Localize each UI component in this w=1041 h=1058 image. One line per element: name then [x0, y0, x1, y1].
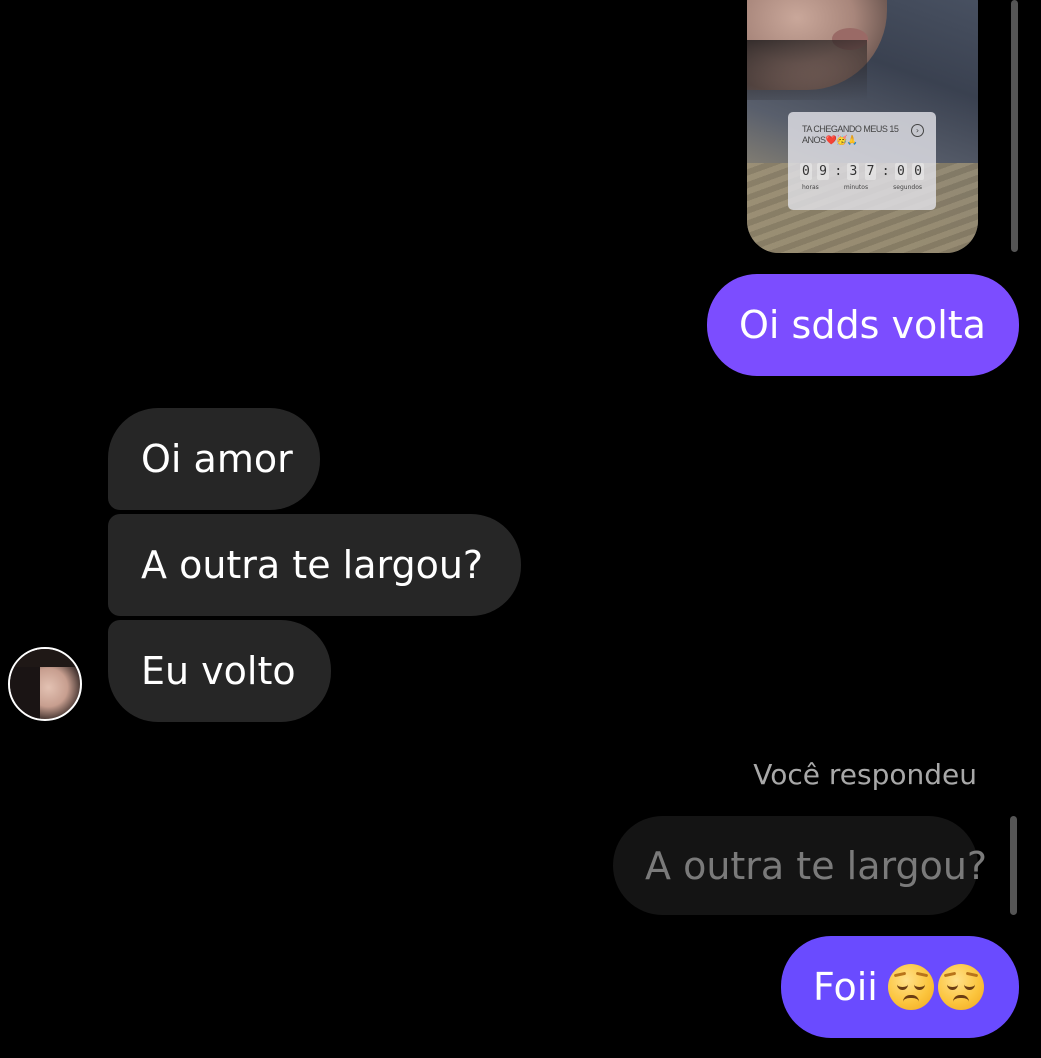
countdown-separator: :: [834, 163, 843, 179]
countdown-digit: 7: [864, 162, 877, 180]
unit-minutes: minutos: [843, 184, 869, 191]
countdown-digit: 0: [894, 162, 907, 180]
countdown-title: TA CHEGANDO MEUS 15 ANOS❤️🥳🙏: [802, 124, 899, 145]
countdown-digits: 0 9 : 3 7 : 0 0: [800, 160, 924, 182]
received-message[interactable]: Oi amor: [108, 408, 320, 510]
sent-message[interactable]: Foii: [781, 936, 1019, 1038]
story-reply-image[interactable]: TA CHEGANDO MEUS 15 ANOS❤️🥳🙏 › 0 9 : 3 7…: [747, 0, 978, 253]
countdown-digit: 9: [817, 162, 829, 180]
chevron-right-icon: ›: [911, 124, 924, 137]
reply-indicator-bar: [1011, 0, 1018, 252]
countdown-sticker[interactable]: TA CHEGANDO MEUS 15 ANOS❤️🥳🙏 › 0 9 : 3 7…: [788, 112, 936, 210]
message-text: Foii: [813, 965, 878, 1009]
quoted-text: A outra te largou?: [645, 843, 988, 888]
sent-message[interactable]: Oi sdds volta: [707, 274, 1019, 376]
received-message[interactable]: A outra te largou?: [108, 514, 521, 616]
message-text: Oi amor: [141, 437, 293, 481]
countdown-units: horas minutos segundos: [802, 184, 922, 191]
countdown-digit: 3: [847, 162, 860, 180]
reply-label: Você respondeu: [753, 758, 977, 791]
pensive-face-icon: [887, 964, 934, 1010]
countdown-separator: :: [881, 163, 890, 179]
message-text: Oi sdds volta: [739, 303, 986, 347]
unit-hours: horas: [802, 184, 819, 191]
received-message[interactable]: Eu volto: [108, 620, 331, 722]
pensive-face-icon: [937, 964, 984, 1010]
reply-indicator-bar: [1010, 816, 1017, 915]
avatar[interactable]: [8, 647, 82, 721]
message-text: Eu volto: [141, 649, 296, 693]
countdown-digit: 0: [800, 162, 812, 180]
quoted-reply[interactable]: A outra te largou?: [613, 816, 987, 915]
countdown-digit: 0: [912, 162, 924, 180]
message-text: A outra te largou?: [141, 543, 484, 587]
story-photo-hair: [747, 40, 867, 100]
unit-seconds: segundos: [893, 184, 922, 191]
